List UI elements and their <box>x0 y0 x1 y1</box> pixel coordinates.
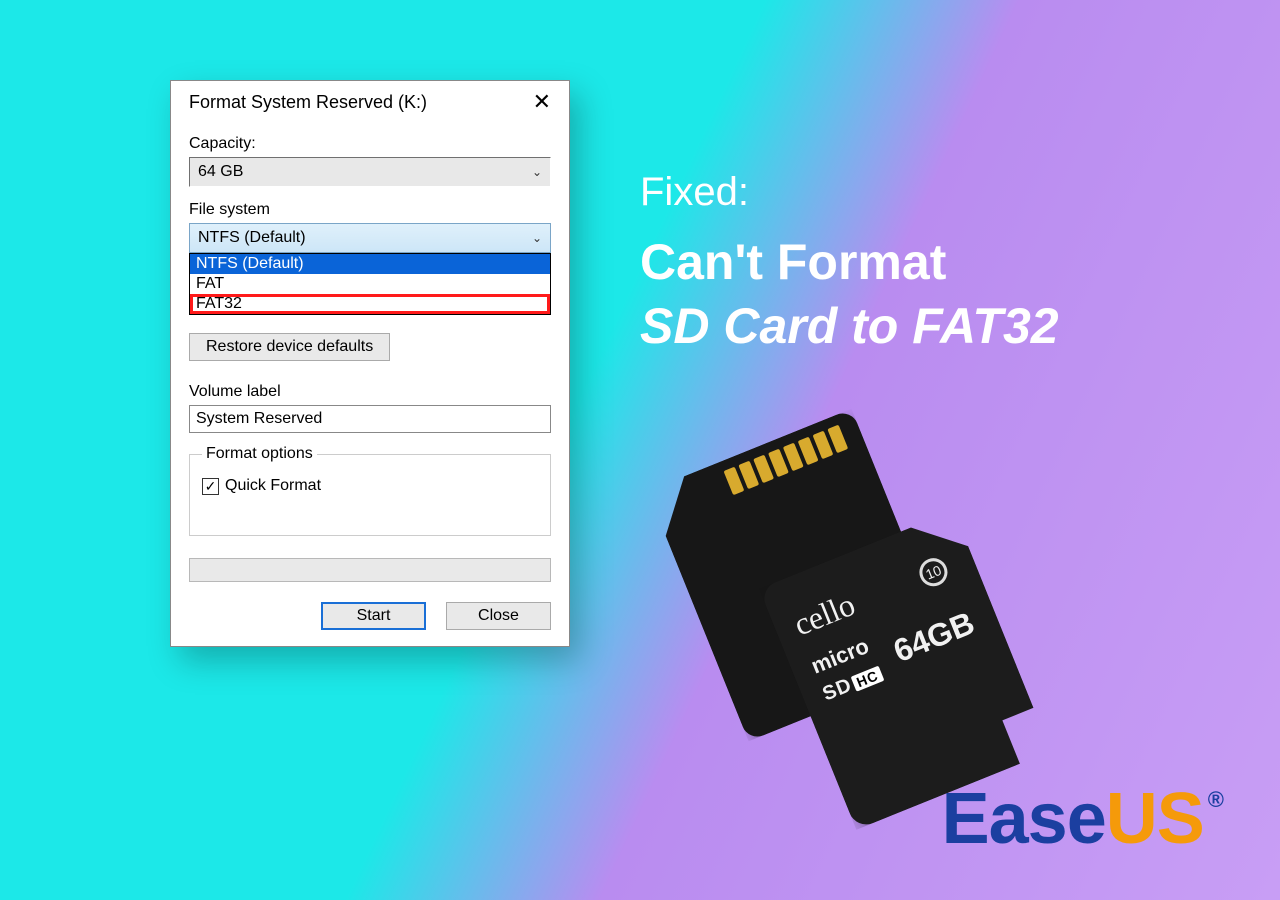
start-button[interactable]: Start <box>321 602 426 630</box>
headline-line3: SD Card to FAT32 <box>640 297 1059 355</box>
dialog-actions: Start Close <box>189 602 551 630</box>
promo-canvas: Format System Reserved (K:) ✕ Capacity: … <box>0 0 1280 900</box>
volume-label-label: Volume label <box>189 383 551 401</box>
sd-contacts-icon <box>724 425 849 496</box>
progress-bar <box>189 558 551 582</box>
dialog-title: Format System Reserved (K:) <box>189 92 427 113</box>
sd-card-illustration: cello 10 micro SDHC 64GB <box>620 430 1070 800</box>
sd-brand: cello <box>789 586 861 644</box>
quick-format-checkbox[interactable]: ✓ Quick Format <box>202 477 538 495</box>
volume-label-input[interactable] <box>189 405 551 433</box>
fs-option-fat[interactable]: FAT <box>190 274 550 294</box>
quick-format-label: Quick Format <box>225 477 321 495</box>
format-dialog: Format System Reserved (K:) ✕ Capacity: … <box>170 80 570 647</box>
format-options-legend: Format options <box>202 445 317 463</box>
filesystem-dropdown[interactable]: NTFS (Default) ⌄ <box>189 223 551 253</box>
close-icon[interactable]: ✕ <box>525 91 559 113</box>
logo-ease: Ease <box>942 778 1106 860</box>
capacity-value: 64 GB <box>198 163 243 181</box>
filesystem-value: NTFS (Default) <box>198 229 306 247</box>
sd-class-badge: 10 <box>915 554 951 590</box>
filesystem-label: File system <box>189 201 551 219</box>
fs-option-fat32[interactable]: FAT32 <box>190 294 550 314</box>
logo-us: US <box>1106 778 1204 860</box>
filesystem-options-list: NTFS (Default) FAT FAT32 <box>189 253 551 315</box>
registered-icon: ® <box>1208 787 1224 813</box>
chevron-down-icon: ⌄ <box>532 231 542 245</box>
checkbox-icon: ✓ <box>202 478 219 495</box>
headline-line2: Can't Format <box>640 233 1059 291</box>
restore-defaults-button[interactable]: Restore device defaults <box>189 333 390 361</box>
sd-capacity: 64GB <box>888 604 979 670</box>
headline-line1: Fixed: <box>640 170 1059 215</box>
titlebar: Format System Reserved (K:) ✕ <box>171 81 569 123</box>
chevron-down-icon: ⌄ <box>532 165 542 179</box>
dialog-body: Capacity: 64 GB ⌄ File system NTFS (Defa… <box>171 123 569 646</box>
format-options-group: Format options ✓ Quick Format <box>189 445 551 536</box>
close-button[interactable]: Close <box>446 602 551 630</box>
fs-option-ntfs[interactable]: NTFS (Default) <box>190 254 550 274</box>
capacity-label: Capacity: <box>189 135 551 153</box>
headline: Fixed: Can't Format SD Card to FAT32 <box>640 170 1059 355</box>
easeus-logo: Ease US ® <box>942 778 1220 860</box>
capacity-dropdown[interactable]: 64 GB ⌄ <box>189 157 551 187</box>
